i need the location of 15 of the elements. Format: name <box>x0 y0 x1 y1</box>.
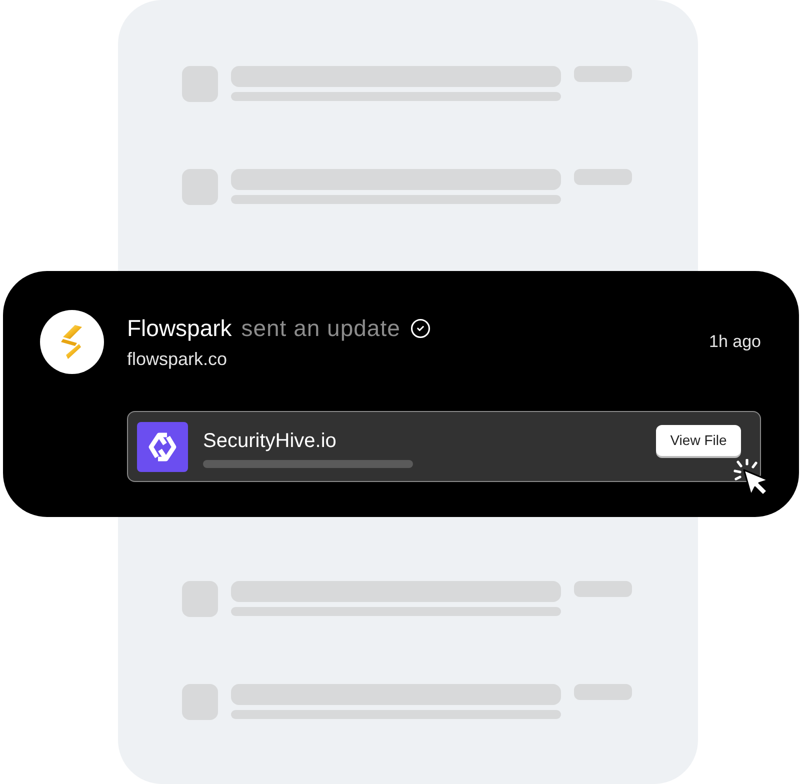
skeleton-thumbnail <box>182 684 218 720</box>
attachment-name: SecurityHive.io <box>203 429 336 453</box>
lightning-logo-icon <box>61 325 83 359</box>
skeleton-thumbnail <box>182 581 218 617</box>
skeleton-pill <box>574 66 632 82</box>
sender-domain: flowspark.co <box>127 348 228 370</box>
skeleton-pill <box>574 581 632 597</box>
skeleton-thumbnail <box>182 169 218 205</box>
view-file-button[interactable]: View File <box>656 425 741 456</box>
skeleton-pill <box>574 684 632 700</box>
timestamp: 1h ago <box>709 332 761 352</box>
hexagon-logo-icon <box>137 422 188 472</box>
skeleton-thumbnail <box>182 66 218 102</box>
notification-title: Flowspark sent an update <box>127 314 400 342</box>
skeleton-pill <box>574 169 632 185</box>
